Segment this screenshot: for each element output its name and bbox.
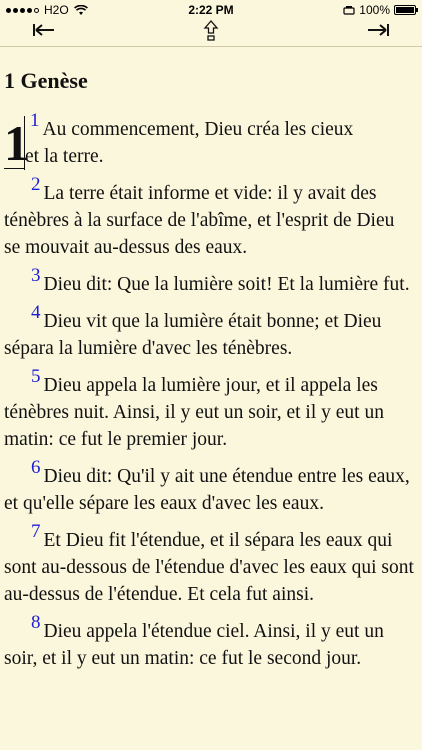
verse-7: 7 Et Dieu fit l'étendue, et il sépara les… bbox=[4, 521, 414, 608]
battery-percent: 100% bbox=[359, 3, 390, 17]
arrow-to-left-icon bbox=[33, 23, 54, 36]
verse-number[interactable]: 2 bbox=[31, 174, 41, 195]
verse-number[interactable]: 6 bbox=[31, 457, 41, 478]
chapter-underline bbox=[4, 168, 24, 169]
verse-number[interactable]: 5 bbox=[31, 366, 41, 387]
verse-3-text: Dieu dit: Que la lumière soit! Et la lum… bbox=[43, 274, 410, 295]
book-title: 1 Genèse bbox=[4, 68, 88, 93]
verse-6-text: Dieu dit: Qu'il y ait une étendue entre … bbox=[4, 466, 410, 514]
verse-1: 1 1 Au commencement, Dieu créa les cieux … bbox=[4, 110, 414, 170]
verse-6: 6 Dieu dit: Qu'il y ait une étendue entre… bbox=[4, 457, 414, 517]
verse-number[interactable]: 1 bbox=[30, 110, 40, 131]
verse-5: 5 Dieu appela la lumière jour, et il appe… bbox=[4, 366, 414, 453]
verse-1-text-1: Au commencement, Dieu créa les cieux bbox=[42, 119, 354, 140]
battery-icon bbox=[394, 5, 418, 15]
navigation-toolbar bbox=[0, 20, 422, 47]
verse-1-line-2: et la terre. bbox=[25, 146, 104, 167]
chapter-content[interactable]: 1 Genèse 1 1 Au commencement, Dieu créa l… bbox=[0, 48, 422, 750]
status-bar: H2O 2:22 PM 100% bbox=[0, 0, 422, 20]
verse-1-line-1: 1 Au commencement, Dieu créa les cieux bbox=[30, 110, 354, 143]
verse-3: 3 Dieu dit: Que la lumière soit! Et la lu… bbox=[4, 265, 414, 298]
verse-5-text: Dieu appela la lumière jour, et il appel… bbox=[4, 375, 384, 450]
verse-2: 2 La terre était informe et vide: il y av… bbox=[4, 174, 414, 261]
next-chapter-button[interactable] bbox=[364, 20, 392, 42]
verse-8-text: Dieu appela l'étendue ciel. Ainsi, il y … bbox=[4, 621, 384, 669]
up-button[interactable] bbox=[200, 20, 222, 42]
verse-text: 1 1 Au commencement, Dieu créa les cieux … bbox=[4, 110, 414, 682]
verse-4-text: Dieu vit que la lumière était bonne; et … bbox=[4, 311, 382, 359]
status-right: 100% bbox=[343, 3, 418, 17]
verse-number[interactable]: 8 bbox=[31, 612, 41, 633]
alarm-icon bbox=[343, 6, 355, 15]
up-arrow-icon bbox=[203, 20, 219, 41]
verse-number[interactable]: 4 bbox=[31, 302, 41, 323]
verse-number[interactable]: 3 bbox=[31, 265, 41, 286]
verse-8: 8 Dieu appela l'étendue ciel. Ainsi, il y… bbox=[4, 612, 414, 672]
arrow-to-right-icon bbox=[368, 23, 389, 36]
verse-7-text: Et Dieu fit l'étendue, et il sépara les … bbox=[4, 530, 414, 605]
verse-number[interactable]: 7 bbox=[31, 521, 41, 542]
verse-4: 4 Dieu vit que la lumière était bonne; et… bbox=[4, 302, 414, 362]
verse-2-text: La terre était informe et vide: il y ava… bbox=[4, 183, 395, 258]
previous-chapter-button[interactable] bbox=[30, 20, 58, 42]
